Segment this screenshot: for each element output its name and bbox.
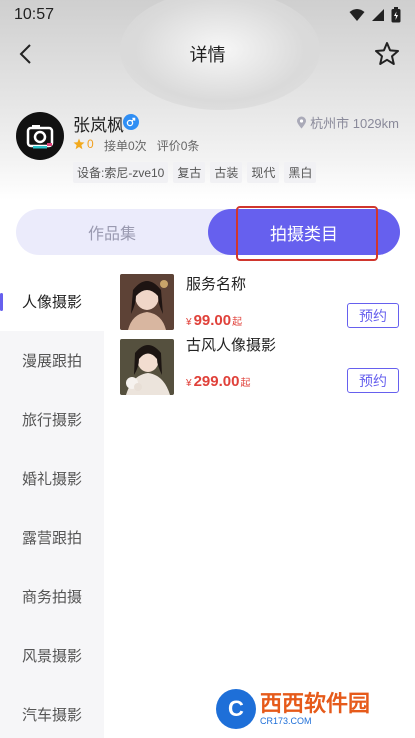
avatar[interactable] xyxy=(16,112,64,160)
status-icons xyxy=(349,7,401,23)
tag-item: 黑白 xyxy=(284,162,317,183)
watermark-main: 西西软件园 xyxy=(260,690,371,716)
location-pin-icon xyxy=(297,116,307,129)
book-button[interactable]: 预约 xyxy=(347,303,399,328)
tag-item: 古装 xyxy=(210,162,243,183)
order-count: 接单0次 xyxy=(104,139,147,153)
tag-item: 复古 xyxy=(173,162,206,183)
service-item[interactable]: 服务名称 ¥99.00起 预约 xyxy=(104,272,415,339)
user-name: 张岚枫 xyxy=(73,116,124,135)
annotation-highlight-box xyxy=(236,206,378,261)
rating-value: 0 xyxy=(87,137,94,151)
service-list: 服务名称 ¥99.00起 预约 古风人像摄影 ¥299.00起 预约 xyxy=(104,272,415,406)
page-title: 详情 xyxy=(189,45,226,65)
back-arrow-icon[interactable] xyxy=(14,41,40,67)
service-thumbnail xyxy=(120,339,174,395)
watermark-logo: C 西西软件园 CR173.COM xyxy=(216,688,396,730)
service-title: 古风人像摄影 xyxy=(186,337,277,354)
book-button[interactable]: 预约 xyxy=(347,368,399,393)
rating: 0 xyxy=(73,137,94,151)
signal-icon xyxy=(372,9,384,21)
status-time: 10:57 xyxy=(14,6,55,23)
watermark-c-icon: C xyxy=(216,689,256,729)
tag-item: 设备:索尼-zve10 xyxy=(73,162,169,183)
currency-symbol: ¥ xyxy=(186,317,192,328)
category-sidebar: 人像摄影 漫展跟拍 旅行摄影 婚礼摄影 露营跟拍 商务拍摄 风景摄影 汽车摄影 xyxy=(0,272,104,738)
favorite-star-icon[interactable] xyxy=(373,40,401,68)
status-bar: 10:57 xyxy=(0,0,415,30)
tag-list: 设备:索尼-zve10 复古 古装 现代 黑白 xyxy=(73,162,317,183)
category-item-comic-expo[interactable]: 漫展跟拍 xyxy=(0,331,104,390)
review-count: 评价0条 xyxy=(156,139,200,153)
currency-symbol: ¥ xyxy=(186,378,192,389)
tab-portfolio[interactable]: 作品集 xyxy=(16,209,208,255)
service-thumbnail xyxy=(120,274,174,330)
category-item-business[interactable]: 商务拍摄 xyxy=(0,567,104,626)
category-item-car[interactable]: 汽车摄影 xyxy=(0,685,104,738)
price-suffix: 起 xyxy=(232,317,243,328)
location-text: 杭州市 1029km xyxy=(310,116,399,131)
star-rating-icon xyxy=(73,138,85,150)
category-item-portrait[interactable]: 人像摄影 xyxy=(0,272,104,331)
category-item-wedding[interactable]: 婚礼摄影 xyxy=(0,449,104,508)
camera-logo-icon xyxy=(26,125,54,149)
service-title: 服务名称 xyxy=(186,276,247,293)
watermark-text: 西西软件园 CR173.COM xyxy=(260,690,371,726)
price-value: 99.00 xyxy=(193,312,232,329)
navigation-bar: 详情 xyxy=(0,32,415,76)
tag-item: 现代 xyxy=(247,162,280,183)
wifi-icon xyxy=(349,9,365,21)
battery-icon xyxy=(391,7,401,23)
service-price: ¥99.00起 xyxy=(186,312,242,329)
watermark-sub: CR173.COM xyxy=(260,715,312,726)
user-stats: 接单0次 评价0条 xyxy=(104,137,199,154)
price-value: 299.00 xyxy=(193,373,240,390)
category-item-travel[interactable]: 旅行摄影 xyxy=(0,390,104,449)
service-price: ¥299.00起 xyxy=(186,373,250,390)
category-item-camping[interactable]: 露营跟拍 xyxy=(0,508,104,567)
price-suffix: 起 xyxy=(240,378,251,389)
category-item-landscape[interactable]: 风景摄影 xyxy=(0,626,104,685)
service-item[interactable]: 古风人像摄影 ¥299.00起 预约 xyxy=(104,337,415,406)
location: 杭州市 1029km xyxy=(296,113,399,132)
male-verified-icon xyxy=(123,114,139,130)
